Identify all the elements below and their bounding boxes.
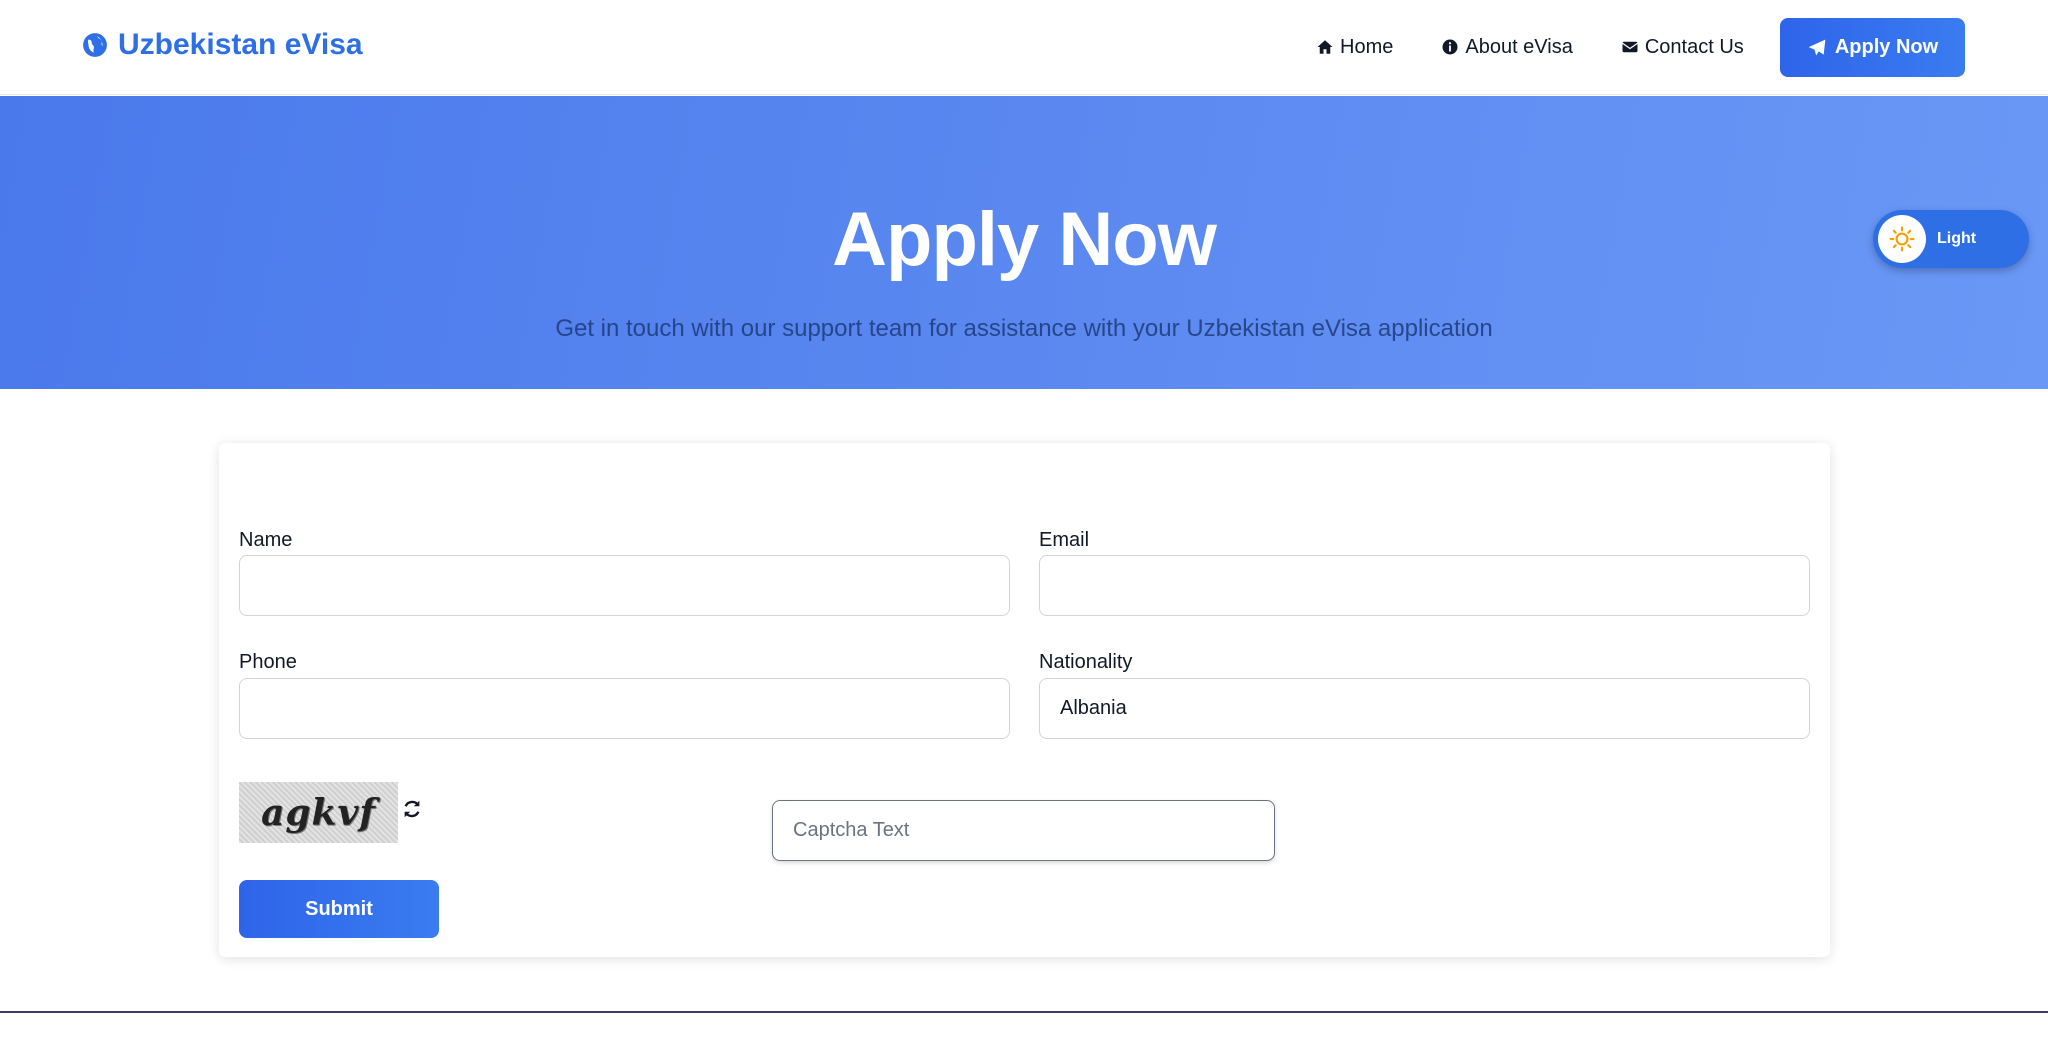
nav-about[interactable]: About eVisa bbox=[1441, 36, 1573, 59]
page-subtitle: Get in touch with our support team for a… bbox=[555, 315, 1493, 342]
info-icon bbox=[1442, 39, 1458, 55]
globe-icon bbox=[83, 33, 107, 57]
submit-button[interactable]: Submit bbox=[239, 880, 439, 938]
brand-name: Uzbekistan eVisa bbox=[118, 28, 363, 61]
nav-home[interactable]: Home bbox=[1316, 36, 1393, 59]
brand-logo[interactable]: Uzbekistan eVisa bbox=[82, 28, 363, 62]
sun-icon bbox=[1889, 226, 1915, 252]
nav-contact-label: Contact Us bbox=[1644, 35, 1744, 58]
home-icon bbox=[1317, 40, 1333, 54]
theme-toggle-label: Light bbox=[1937, 230, 1977, 247]
site-header: Uzbekistan eVisa Home About eVisa Contac… bbox=[0, 0, 2048, 95]
nationality-select[interactable]: Albania bbox=[1039, 678, 1810, 739]
nav-about-label: About eVisa bbox=[1465, 35, 1573, 58]
theme-toggle[interactable]: Light bbox=[1873, 210, 2029, 268]
apply-now-label: Apply Now bbox=[1834, 36, 1939, 58]
page-title: Apply Now bbox=[832, 197, 1217, 282]
refresh-icon[interactable] bbox=[401, 798, 423, 820]
nav-contact[interactable]: Contact Us bbox=[1621, 36, 1744, 59]
hero-banner: Apply Now Get in touch with our support … bbox=[0, 96, 2048, 389]
paper-plane-icon bbox=[1808, 39, 1826, 55]
footer-divider bbox=[0, 1011, 2048, 1013]
toggle-knob bbox=[1878, 215, 1926, 263]
email-field[interactable] bbox=[1039, 555, 1810, 616]
envelope-icon bbox=[1622, 41, 1638, 53]
email-label: Email bbox=[1039, 529, 1090, 551]
nationality-label: Nationality bbox=[1039, 651, 1133, 673]
apply-form: Name Email Phone Nationality Albania agk… bbox=[219, 443, 1830, 957]
nav-home-label: Home bbox=[1340, 35, 1394, 58]
phone-field[interactable] bbox=[239, 678, 1010, 739]
captcha-image: agkvf bbox=[239, 782, 398, 843]
phone-label: Phone bbox=[239, 651, 297, 673]
name-label: Name bbox=[239, 529, 293, 551]
name-field[interactable] bbox=[239, 555, 1010, 616]
captcha-input[interactable]: Captcha Text bbox=[772, 800, 1275, 861]
apply-now-button[interactable]: Apply Now bbox=[1780, 18, 1965, 77]
